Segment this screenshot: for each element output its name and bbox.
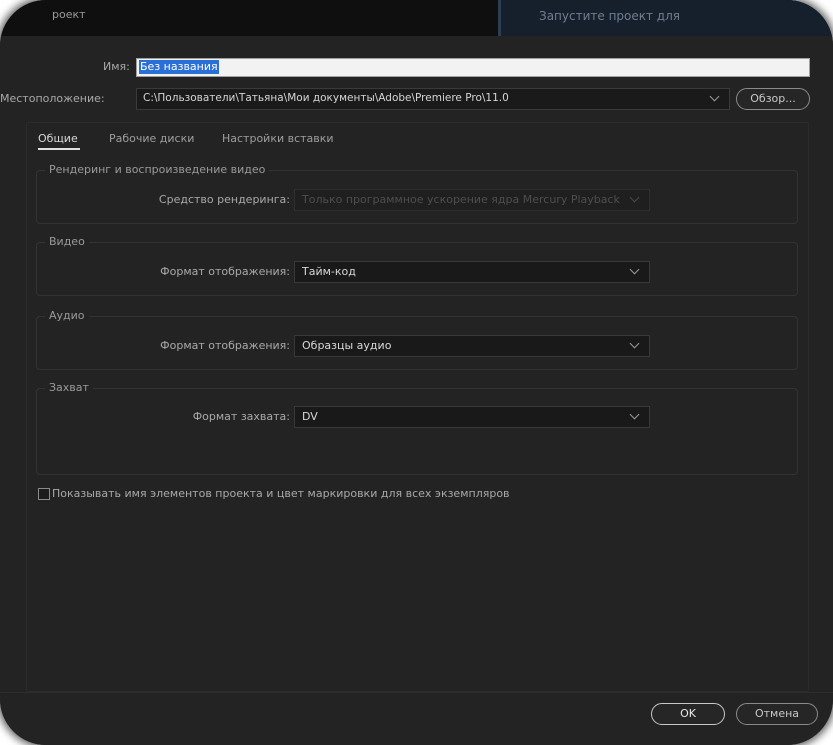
cancel-button[interactable]: Отмена xyxy=(736,703,818,725)
show-item-names-label: Показывать имя элементов проекта и цвет … xyxy=(52,487,510,500)
audio-group: Аудио Формат отображения: Образцы аудио xyxy=(36,309,798,370)
capture-format-value: DV xyxy=(302,410,318,423)
video-display-format-label: Формат отображения: xyxy=(160,265,290,278)
audio-display-format-dropdown[interactable]: Образцы аудио xyxy=(294,335,650,357)
renderer-label: Средство рендеринга: xyxy=(158,193,290,206)
capture-format-dropdown[interactable]: DV xyxy=(294,406,650,428)
render-group: Рендеринг и воспроизведение видео Средст… xyxy=(36,163,798,224)
render-group-title: Рендеринг и воспроизведение видео xyxy=(45,163,270,176)
audio-group-title: Аудио xyxy=(45,309,89,322)
tab-ingest-settings[interactable]: Настройки вставки xyxy=(222,132,334,145)
video-group-title: Видео xyxy=(45,235,89,248)
location-dropdown[interactable]: C:\Пользователи\Татьяна\Мои документы\Ad… xyxy=(136,88,730,110)
location-label: Местоположение: xyxy=(0,92,105,105)
chevron-down-icon xyxy=(629,409,640,420)
location-path: C:\Пользователи\Татьяна\Мои документы\Ad… xyxy=(143,92,509,104)
background-window-title: Запустите проект для xyxy=(539,9,680,23)
video-display-format-dropdown[interactable]: Тайм-код xyxy=(294,261,650,283)
name-label: Имя: xyxy=(103,60,130,73)
renderer-dropdown[interactable]: Только программное ускорение ядра Mercur… xyxy=(294,189,650,211)
new-project-dialog: Имя: Без названия Местоположение: C:\Пол… xyxy=(0,36,833,745)
video-display-format-value: Тайм-код xyxy=(302,265,356,278)
capture-group-title: Захват xyxy=(45,381,93,394)
chevron-down-icon xyxy=(629,264,640,275)
tab-scratch-disks[interactable]: Рабочие диски xyxy=(109,132,194,145)
capture-format-label: Формат захвата: xyxy=(192,410,290,423)
ok-button[interactable]: OK xyxy=(651,703,725,725)
audio-display-format-value: Образцы аудио xyxy=(302,339,392,352)
chevron-down-icon xyxy=(629,338,640,349)
video-group: Видео Формат отображения: Тайм-код xyxy=(36,235,798,296)
background-window: Запустите проект для xyxy=(498,0,833,36)
browse-button[interactable]: Обзор... xyxy=(736,88,810,110)
show-item-names-checkbox[interactable] xyxy=(38,488,50,500)
chevron-down-icon xyxy=(629,192,640,203)
renderer-value: Только программное ускорение ядра Mercur… xyxy=(302,193,620,206)
audio-display-format-label: Формат отображения: xyxy=(160,339,290,352)
tab-general[interactable]: Общие xyxy=(38,132,78,145)
chevron-down-icon xyxy=(709,91,720,102)
capture-group: Захват Формат захвата: DV xyxy=(36,381,798,475)
footer-divider xyxy=(0,692,833,693)
window-title: роект xyxy=(52,8,86,21)
new-project-window: роект Запустите проект для Имя: Без назв… xyxy=(0,0,833,745)
project-name-input[interactable]: Без названия xyxy=(136,58,810,77)
project-name-value: Без названия xyxy=(139,60,219,74)
active-tab-indicator xyxy=(38,148,80,150)
